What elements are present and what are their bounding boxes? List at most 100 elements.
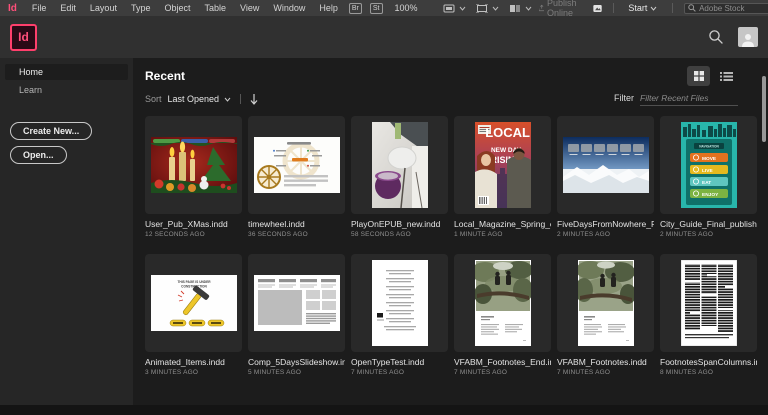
file-time: 2 MINUTES AGO	[557, 231, 654, 238]
zoom-level-dropdown[interactable]: 100%	[395, 3, 418, 13]
file-name: VFABM_Footnotes.indd	[557, 357, 654, 367]
publish-online-button[interactable]: Publish Online	[539, 0, 587, 18]
menu-file[interactable]: File	[25, 3, 54, 13]
file-name: OpenTypeTest.indd	[351, 357, 448, 367]
thumbnail-dense-columns	[681, 260, 737, 346]
file-tile[interactable]	[454, 254, 551, 352]
search-icon	[688, 4, 696, 12]
grid-view-icon	[693, 70, 705, 82]
svg-text:LIVE: LIVE	[702, 168, 713, 174]
file-card[interactable]: THIS PAGE IS UNDER CONSTRUCTION Animated…	[145, 254, 242, 376]
open-button[interactable]: Open...	[10, 146, 67, 164]
file-tile[interactable]: LOCAL NEW DAY RISING	[454, 116, 551, 214]
recent-files-grid: User_Pub_XMas.indd 12 SECONDS AGO	[145, 116, 768, 376]
file-time: 3 MINUTES AGO	[145, 369, 242, 376]
thumbnail-wireframe-layout	[254, 275, 340, 331]
workspace-switcher[interactable]: Start	[624, 3, 661, 13]
thumbnail-under-construction: THIS PAGE IS UNDER CONSTRUCTION	[151, 275, 237, 331]
file-tile[interactable]	[248, 254, 345, 352]
adobe-stock-search[interactable]	[684, 3, 768, 14]
file-card[interactable]: FootnotesSpanColumns.indd 8 MINUTES AGO	[660, 254, 757, 376]
menu-table[interactable]: Table	[197, 3, 233, 13]
file-card[interactable]: LOCAL NEW DAY RISING	[454, 116, 551, 238]
bridge-button[interactable]: Br	[349, 3, 362, 14]
sort-direction-icon[interactable]	[250, 94, 258, 105]
file-name: Local_Magazine_Spring_end_n...	[454, 219, 551, 229]
file-card[interactable]: OpenTypeTest.indd 7 MINUTES AGO	[351, 254, 448, 376]
create-new-button[interactable]: Create New...	[10, 122, 92, 140]
file-tile[interactable]	[351, 116, 448, 214]
file-tile[interactable]	[557, 254, 654, 352]
view-options-dropdown[interactable]	[443, 4, 470, 13]
thumbnail-drums-photo	[372, 122, 428, 208]
file-time: 1 MINUTE AGO	[454, 231, 551, 238]
sidebar-item-learn[interactable]: Learn	[5, 82, 128, 98]
file-tile[interactable]: NAVIGATION MOVE LIVE EAT	[660, 116, 757, 214]
file-name: User_Pub_XMas.indd	[145, 219, 242, 229]
indesign-logo: Id	[10, 24, 37, 51]
menu-view[interactable]: View	[233, 3, 266, 13]
svg-text:THIS PAGE IS UNDER: THIS PAGE IS UNDER	[177, 280, 211, 284]
indesign-mini-logo: Id	[8, 3, 17, 14]
svg-text:MOVE: MOVE	[702, 156, 717, 162]
menu-window[interactable]: Window	[266, 3, 312, 13]
file-tile[interactable]	[248, 116, 345, 214]
file-tile[interactable]: THIS PAGE IS UNDER CONSTRUCTION	[145, 254, 242, 352]
chevron-down-icon	[650, 6, 657, 11]
list-view-toggle[interactable]	[715, 66, 738, 86]
file-tile[interactable]	[660, 254, 757, 352]
menu-type[interactable]: Type	[124, 3, 158, 13]
file-card[interactable]: FiveDaysFromNowhere_Publish... 2 MINUTES…	[557, 116, 654, 238]
file-time: 8 MINUTES AGO	[660, 369, 757, 376]
file-time: 7 MINUTES AGO	[557, 369, 654, 376]
grid-view-toggle[interactable]	[687, 66, 710, 86]
sort-label: Sort	[145, 94, 162, 104]
vertical-scrollbar[interactable]	[762, 76, 766, 142]
divider	[240, 94, 241, 104]
chevron-down-icon[interactable]	[224, 97, 231, 102]
view-options-icon	[443, 4, 455, 13]
file-time: 7 MINUTES AGO	[351, 369, 448, 376]
file-card[interactable]: Comp_5DaysSlideshow.indd 5 MINUTES AGO	[248, 254, 345, 376]
chevron-down-icon	[459, 6, 466, 11]
file-name: VFABM_Footnotes_End.indd	[454, 357, 551, 367]
screen-mode-icon	[476, 4, 488, 13]
file-tile[interactable]	[351, 254, 448, 352]
file-card[interactable]: VFABM_Footnotes_End.indd 7 MINUTES AGO	[454, 254, 551, 376]
sidebar-item-home[interactable]: Home	[5, 64, 128, 80]
file-tile[interactable]	[145, 116, 242, 214]
file-tile[interactable]	[557, 116, 654, 214]
thumbnail-city-guide: NAVIGATION MOVE LIVE EAT	[681, 122, 737, 208]
thumbnail-treehouse-article	[578, 260, 634, 346]
arrange-documents-icon	[509, 4, 521, 13]
divider	[672, 3, 673, 13]
sort-dropdown[interactable]: Last Opened	[168, 94, 220, 104]
file-time: 7 MINUTES AGO	[454, 369, 551, 376]
file-card[interactable]: NAVIGATION MOVE LIVE EAT	[660, 116, 757, 238]
file-name: Comp_5DaysSlideshow.indd	[248, 357, 345, 367]
file-time: 2 MINUTES AGO	[660, 231, 757, 238]
thumbnail-magazine-cover: LOCAL NEW DAY RISING	[475, 122, 531, 208]
menu-layout[interactable]: Layout	[83, 3, 124, 13]
stock-button[interactable]: St	[370, 3, 383, 14]
list-view-icon	[720, 71, 733, 82]
arrange-documents-dropdown[interactable]	[509, 4, 536, 13]
user-avatar[interactable]	[738, 27, 758, 47]
page-title: Recent	[145, 69, 185, 83]
menu-object[interactable]: Object	[157, 3, 197, 13]
file-time: 58 SECONDS AGO	[351, 231, 448, 238]
search-icon[interactable]	[708, 29, 724, 45]
file-card[interactable]: User_Pub_XMas.indd 12 SECONDS AGO	[145, 116, 242, 238]
file-card[interactable]: timewheel.indd 36 SECONDS AGO	[248, 116, 345, 238]
media-preview-button[interactable]	[593, 3, 602, 14]
menu-help[interactable]: Help	[312, 3, 345, 13]
menu-edit[interactable]: Edit	[53, 3, 83, 13]
screen-mode-dropdown[interactable]	[476, 4, 503, 13]
thumbnail-timewheel	[254, 137, 340, 193]
file-card[interactable]: VFABM_Footnotes.indd 7 MINUTES AGO	[557, 254, 654, 376]
file-time: 36 SECONDS AGO	[248, 231, 345, 238]
file-card[interactable]: PlayOnEPUB_new.indd 58 SECONDS AGO	[351, 116, 448, 238]
filter-input[interactable]	[640, 93, 738, 106]
adobe-stock-search-input[interactable]	[699, 4, 768, 13]
file-name: timewheel.indd	[248, 219, 345, 229]
